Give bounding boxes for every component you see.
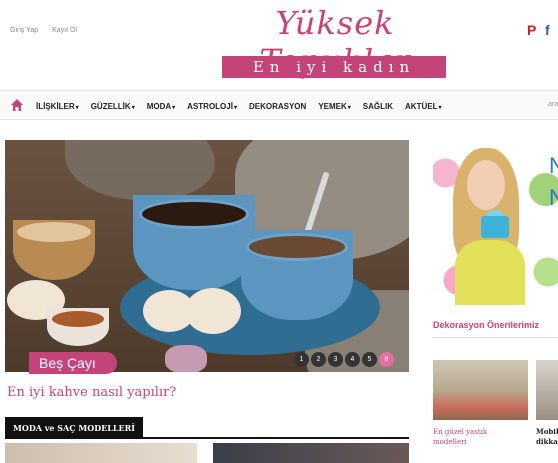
nav-item-saglik[interactable]: SAĞLIK [363,102,393,111]
slider-page-button[interactable]: 4 [345,352,360,367]
sidebar-card-image[interactable] [536,360,558,420]
chevron-down-icon: ▾ [233,104,237,111]
site-logo-subtitle: En iyi kadın sitesi [222,56,446,98]
nav-item-iliskiler[interactable]: İLİŞKİLER▾ [36,102,79,111]
section-header: MODA ve SAÇ MODELLERİ [5,417,409,439]
sugar-bowl [13,220,95,280]
slider-page-button[interactable]: 2 [311,352,326,367]
nav-item-aktuel[interactable]: AKTÜEL▾ [405,102,441,111]
slide-category-tag[interactable]: Beş Çayı [29,352,117,374]
model-body [455,240,525,305]
chevron-down-icon: ▾ [131,104,135,111]
chevron-down-icon: ▾ [75,104,79,111]
chevron-down-icon: ▾ [438,104,442,111]
gift-box-icon [481,216,509,238]
sidebar-card-caption[interactable]: Mobil dikka [536,427,558,447]
sidebar-section-header: Dekorasyon Önerilerimiz [433,320,558,338]
macaron [165,345,207,372]
slider-page-button-active[interactable]: 6 [379,352,394,367]
sidebar-card-image[interactable] [433,360,528,420]
sidebar-section-title: Dekorasyon Önerilerimiz [433,320,540,330]
slider-page-button[interactable]: 3 [328,352,343,367]
nav-item-guzellik[interactable]: GÜZELLİK▾ [91,102,135,111]
facebook-icon[interactable]: f [545,22,550,38]
search-link[interactable]: ara [548,101,558,108]
main-navigation: İLİŞKİLER▾ GÜZELLİK▾ MODA▾ ASTROLOJİ▾ DE… [0,90,558,120]
home-icon[interactable] [10,98,24,112]
chevron-down-icon: ▾ [347,104,351,111]
section-title: MODA ve SAÇ MODELLERİ [5,417,144,439]
auth-links: Giriş Yap Kayıt Ol [10,27,89,34]
ad-text: N N [549,153,558,210]
nav-item-astroloji[interactable]: ASTROLOJİ▾ [187,102,237,111]
site-header: Giriş Yap Kayıt Ol Yüksek Topuklar En iy… [0,0,558,98]
featured-slider-image[interactable] [5,140,409,372]
coffee-cup [241,230,353,320]
slider-page-button[interactable]: 1 [294,352,309,367]
chevron-down-icon: ▾ [172,104,176,111]
article-thumbnail[interactable] [213,443,409,463]
cloth-shape [65,140,215,200]
slide-headline[interactable]: En iyi kahve nasıl yapılır? [7,385,176,400]
model-face [467,160,505,210]
slider-page-button[interactable]: 5 [362,352,377,367]
sidebar-ad-banner[interactable]: N N [433,140,558,305]
article-thumbnail[interactable] [5,443,197,463]
meringue [185,288,241,334]
sidebar-card-caption[interactable]: En güzel yastık modelleri [433,427,523,447]
nav-item-moda[interactable]: MODA▾ [147,102,175,111]
pinterest-icon[interactable]: P [527,22,536,38]
nav-menu: İLİŞKİLER▾ GÜZELLİK▾ MODA▾ ASTROLOJİ▾ DE… [36,91,453,121]
nav-item-yemek[interactable]: YEMEK▾ [318,102,350,111]
spice-bowl [47,308,109,346]
nav-item-dekorasyon[interactable]: DEKORASYON [249,102,306,111]
login-link[interactable]: Giriş Yap [10,27,38,34]
coffee-cup [133,195,255,290]
register-link[interactable]: Kayıt Ol [52,27,77,34]
slider-pagination: 1 2 3 4 5 6 [294,352,396,367]
